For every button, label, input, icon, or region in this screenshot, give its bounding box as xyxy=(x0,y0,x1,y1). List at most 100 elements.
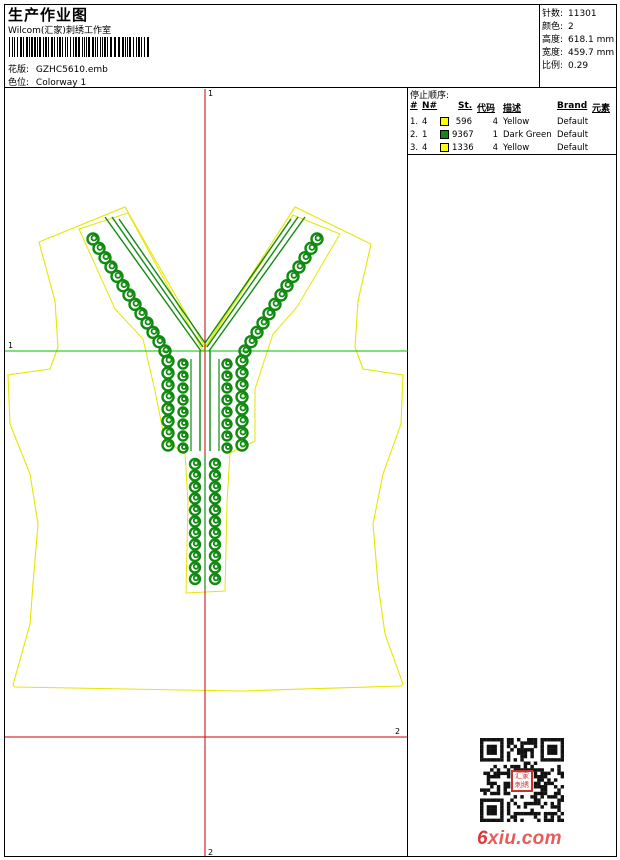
qr-module xyxy=(506,771,511,776)
embroidery-motif xyxy=(239,428,247,436)
embroidery-motif xyxy=(181,432,187,438)
col-header-needle: N# xyxy=(422,101,438,111)
h-axis-right-label: 2 xyxy=(395,727,400,736)
qr-module xyxy=(523,811,528,816)
qr-module xyxy=(533,768,538,772)
qr-finder xyxy=(560,754,564,759)
qr-module xyxy=(503,791,507,796)
embroidery-motif xyxy=(192,517,200,524)
qr-module xyxy=(530,795,534,799)
colorway-row: 色位: Colorway 1 xyxy=(8,75,86,88)
qr-module xyxy=(530,811,534,816)
table-divider xyxy=(407,154,617,155)
colorway-value: Colorway 1 xyxy=(35,78,87,88)
qr-finder xyxy=(493,738,497,742)
collar-line-left xyxy=(104,216,202,352)
qr-finder xyxy=(496,738,501,742)
qr-finder xyxy=(500,748,504,752)
colorway-label: 色位: xyxy=(8,78,30,88)
qr-module xyxy=(520,748,524,752)
embroidery-motif xyxy=(225,360,231,366)
qr-module xyxy=(560,811,564,816)
qr-module xyxy=(503,785,507,789)
qr-module xyxy=(547,795,551,799)
barcode xyxy=(9,37,149,57)
watermark-logo: 6xiu.com xyxy=(477,828,562,850)
barcode-bar xyxy=(34,37,36,57)
row-brand: Default xyxy=(557,143,589,153)
stat-value: 11301 xyxy=(568,9,597,19)
qr-finder xyxy=(540,741,544,745)
qr-finder xyxy=(500,798,504,802)
embroidery-motif xyxy=(96,243,104,251)
qr-module xyxy=(496,785,501,789)
barcode-bar xyxy=(95,37,96,57)
embroidery-motif xyxy=(181,384,187,390)
qr-module xyxy=(516,805,521,809)
qr-module xyxy=(530,748,534,752)
qr-finder xyxy=(490,798,494,802)
qr-module xyxy=(557,815,561,819)
qr-finder xyxy=(553,748,558,752)
embroidery-motif xyxy=(239,380,247,388)
qr-finder xyxy=(483,758,487,762)
stat-scale: 比例: 0.29 xyxy=(542,58,588,71)
qr-module xyxy=(537,774,541,779)
row-needle: 4 xyxy=(422,117,428,127)
barcode-bar xyxy=(138,37,140,57)
qr-module xyxy=(506,744,511,749)
qr-module xyxy=(490,785,494,789)
qr-module xyxy=(486,788,491,792)
col-header-index: # xyxy=(410,101,418,111)
qr-finder xyxy=(486,818,491,822)
qr-finder xyxy=(490,748,494,752)
watermark-brand: 6 xyxy=(477,828,488,849)
qr-module xyxy=(553,785,558,789)
qr-module xyxy=(557,818,561,822)
row-code: 1 xyxy=(492,130,498,140)
qr-finder xyxy=(500,801,504,806)
embroidery-motif xyxy=(192,494,200,501)
qr-module xyxy=(540,771,544,776)
qr-finder xyxy=(550,748,555,752)
embroidery-motif xyxy=(120,281,128,289)
barcode-bar xyxy=(14,37,15,57)
qr-module xyxy=(533,801,538,806)
qr-module xyxy=(490,774,494,779)
qr-module xyxy=(533,741,538,745)
qr-module xyxy=(496,768,501,772)
embroidery-motif xyxy=(165,416,173,424)
qr-finder xyxy=(560,748,564,752)
qr-finder xyxy=(557,738,561,742)
qr-module xyxy=(550,805,555,809)
qr-module xyxy=(503,771,507,776)
embroidery-motif xyxy=(212,574,220,582)
embroidery-motif xyxy=(308,243,316,251)
row-brand: Default xyxy=(557,130,589,140)
qr-module xyxy=(547,818,551,822)
qr-module xyxy=(533,774,538,779)
qr-finder xyxy=(486,758,491,762)
embroidery-motif xyxy=(181,360,187,366)
row-stitches: 9367 xyxy=(452,130,474,140)
qr-finder xyxy=(480,811,484,816)
qr-module xyxy=(516,811,521,816)
qr-module xyxy=(553,791,558,796)
embroidery-motif xyxy=(165,440,173,448)
qr-module xyxy=(543,771,548,776)
embroidery-motif xyxy=(165,380,173,388)
qr-module xyxy=(533,744,538,749)
embroidery-motif xyxy=(225,444,231,450)
qr-module xyxy=(540,791,544,796)
qr-module xyxy=(537,791,541,796)
barcode-bar xyxy=(84,37,85,57)
barcode-bar xyxy=(26,37,28,57)
embroidery-motif xyxy=(254,327,262,335)
stat-stitches: 针数: 11301 xyxy=(542,6,597,19)
qr-module xyxy=(540,805,544,809)
embroidery-motif xyxy=(296,262,304,270)
qr-finder xyxy=(480,805,484,809)
qr-module xyxy=(537,801,541,806)
qr-module xyxy=(513,764,518,769)
qr-module xyxy=(496,791,501,796)
